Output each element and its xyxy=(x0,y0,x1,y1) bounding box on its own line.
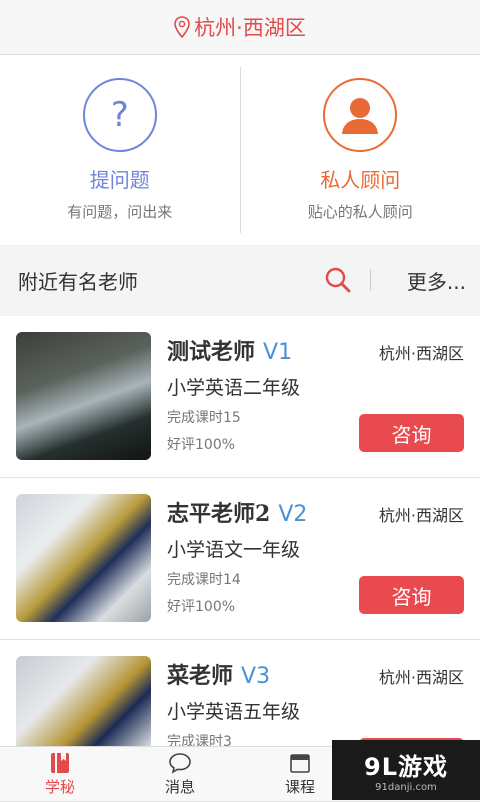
private-advisor-subtitle: 贴心的私人顾问 xyxy=(308,201,413,222)
question-icon: ? xyxy=(83,78,157,152)
person-icon xyxy=(323,78,397,152)
teacher-subject: 小学英语五年级 xyxy=(167,697,300,724)
ask-question-title: 提问题 xyxy=(90,164,150,193)
teacher-name: 志平老师2V2 xyxy=(167,496,307,528)
feature-panel: ? 提问题 有问题，问出来 私人顾问 贴心的私人顾问 xyxy=(0,55,480,245)
watermark-logo: 9L游戏 91danji.com xyxy=(332,740,480,800)
calendar-icon xyxy=(289,752,311,774)
teacher-name: 测试老师V1 xyxy=(167,334,292,366)
teacher-card[interactable]: 志平老师2V2 杭州·西湖区 小学语文一年级 完成课时14 好评100% 咨询 xyxy=(0,478,480,640)
teacher-rating: 好评100% xyxy=(167,434,235,454)
teacher-level: V1 xyxy=(263,340,292,365)
teacher-level: V2 xyxy=(278,502,307,527)
tab-label: 学秘 xyxy=(45,776,75,797)
teacher-area: 杭州·西湖区 xyxy=(379,340,464,364)
tab-label: 课程 xyxy=(285,776,315,797)
consult-button[interactable]: 咨询 xyxy=(359,414,464,452)
book-icon xyxy=(49,752,71,774)
teacher-subject: 小学语文一年级 xyxy=(167,535,300,562)
location-label: 杭州·西湖区 xyxy=(194,12,306,42)
more-link[interactable]: 更多... xyxy=(407,266,466,295)
teacher-area: 杭州·西湖区 xyxy=(379,664,464,688)
teacher-subject: 小学英语二年级 xyxy=(167,373,300,400)
location-pin-icon xyxy=(174,16,190,38)
teacher-photo xyxy=(16,494,151,622)
teacher-area: 杭州·西湖区 xyxy=(379,502,464,526)
tab-xuemi[interactable]: 学秘 xyxy=(0,747,120,801)
ask-question-subtitle: 有问题，问出来 xyxy=(67,201,172,222)
top-bar: 杭州·西湖区 xyxy=(0,0,480,55)
private-advisor-title: 私人顾问 xyxy=(320,164,400,193)
section-separator xyxy=(370,269,371,291)
teacher-lessons: 完成课时14 xyxy=(167,569,241,589)
tab-label: 消息 xyxy=(165,776,195,797)
teacher-rating: 好评100% xyxy=(167,596,235,616)
teacher-photo xyxy=(16,332,151,460)
consult-button[interactable]: 咨询 xyxy=(359,576,464,614)
teacher-lessons: 完成课时15 xyxy=(167,407,241,427)
nearby-teachers-header: 附近有名老师 更多... xyxy=(0,246,480,314)
chat-bubble-icon xyxy=(168,752,192,774)
teacher-card[interactable]: 测试老师V1 杭州·西湖区 小学英语二年级 完成课时15 好评100% 咨询 xyxy=(0,316,480,478)
search-icon xyxy=(324,266,352,294)
search-button[interactable] xyxy=(320,266,356,294)
private-advisor-feature[interactable]: 私人顾问 贴心的私人顾问 xyxy=(241,55,480,245)
teacher-name: 菜老师V3 xyxy=(167,658,270,690)
teacher-level: V3 xyxy=(241,664,270,689)
location-selector[interactable]: 杭州·西湖区 xyxy=(174,12,306,42)
section-title: 附近有名老师 xyxy=(18,266,320,295)
tab-messages[interactable]: 消息 xyxy=(120,747,240,801)
teacher-list: 测试老师V1 杭州·西湖区 小学英语二年级 完成课时15 好评100% 咨询 志… xyxy=(0,316,480,802)
ask-question-feature[interactable]: ? 提问题 有问题，问出来 xyxy=(0,55,240,245)
